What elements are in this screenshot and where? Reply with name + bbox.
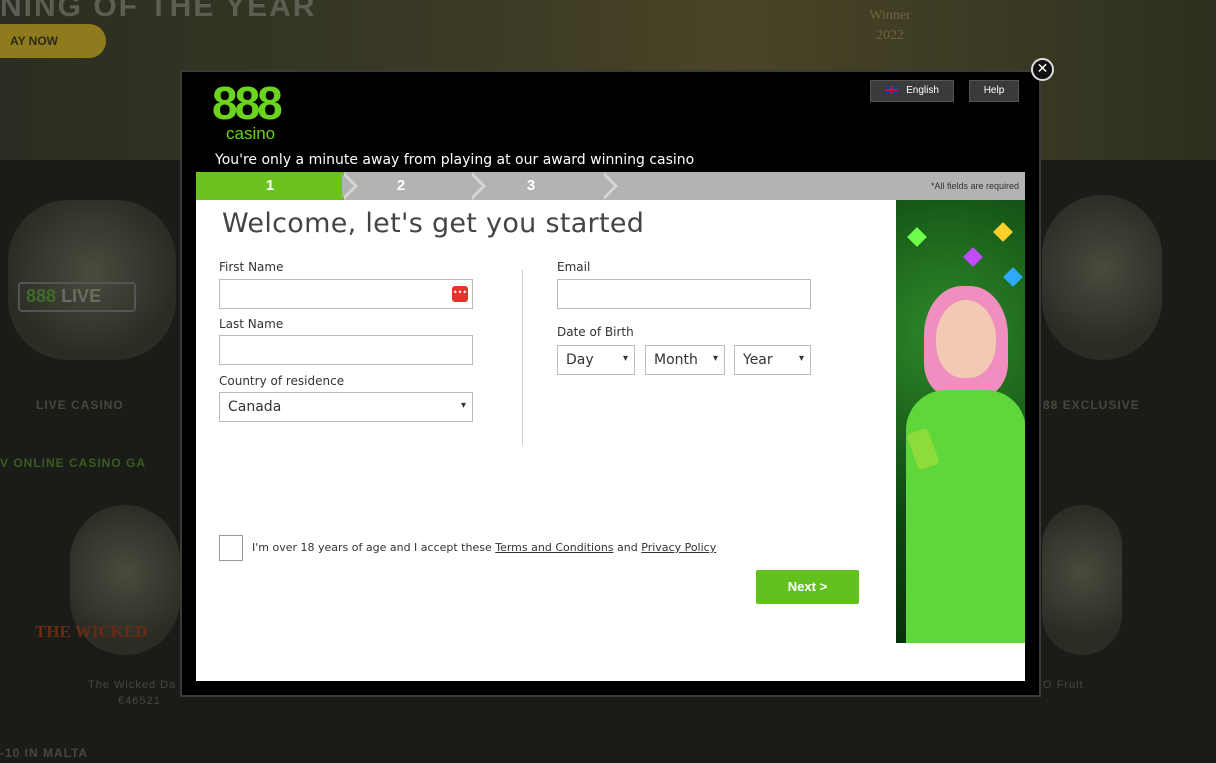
background-live-badge: 888 LIVE	[18, 282, 136, 312]
language-label: English	[906, 85, 939, 96]
required-fields-note: *All fields are required	[930, 181, 1019, 191]
background-hero-title: NING OF THE YEAR	[0, 0, 317, 23]
progress-steps: 1 2 3 *All fields are required	[196, 172, 1025, 200]
gem-icon	[1003, 267, 1023, 287]
registration-modal: 888 casino English Help You're only a mi…	[180, 70, 1041, 697]
close-icon[interactable]: ✕	[1031, 58, 1054, 81]
step-separator-icon	[602, 172, 618, 200]
dob-month-value: Month	[654, 352, 698, 368]
background-section-malta: -10 IN MALTA	[0, 746, 89, 760]
background-wicked-jackpot: €46521	[118, 695, 161, 707]
dob-month-select[interactable]: Month ▾	[645, 345, 725, 375]
chevron-down-icon: ▾	[712, 353, 718, 364]
form-footer-strip	[896, 643, 1025, 681]
dob-day-select[interactable]: Day ▾	[557, 345, 635, 375]
background-fruit-title: O Fruit	[1043, 679, 1084, 691]
step-1: 1	[196, 172, 358, 200]
background-wicked-title: The Wicked Da	[88, 679, 177, 691]
promo-image	[896, 200, 1025, 643]
last-name-field[interactable]	[219, 335, 473, 365]
step-2: 2	[396, 177, 406, 194]
gem-icon	[993, 222, 1013, 242]
background-live-888: 888	[26, 286, 57, 306]
help-button[interactable]: Help	[969, 80, 1019, 102]
dob-day-value: Day	[566, 352, 594, 368]
password-manager-icon[interactable]: •••	[452, 286, 468, 302]
chevron-down-icon: ▾	[622, 353, 628, 364]
chevron-down-icon: ▾	[798, 353, 804, 364]
step-3: 3	[526, 177, 536, 194]
tagline: You're only a minute away from playing a…	[215, 152, 695, 168]
consent-and: and	[613, 541, 642, 554]
language-button[interactable]: English	[870, 80, 954, 102]
terms-link[interactable]: Terms and Conditions	[495, 541, 613, 554]
background-tile-live[interactable]	[8, 200, 176, 360]
background-section-games: V ONLINE CASINO GA	[0, 456, 147, 470]
column-divider	[522, 270, 523, 445]
last-name-label: Last Name	[219, 317, 284, 331]
background-live-casino-label: LIVE CASINO	[36, 398, 124, 412]
background-wicked-logo: THE WICKED	[35, 622, 148, 641]
country-value: Canada	[228, 399, 282, 415]
country-label: Country of residence	[219, 374, 345, 388]
first-name-label: First Name	[219, 260, 284, 274]
background-exclusive-label: 88 EXCLUSIVE	[1043, 398, 1140, 412]
background-tile-exclusive[interactable]	[1042, 195, 1162, 360]
brand-logo: 888 casino	[212, 80, 292, 144]
dob-label: Date of Birth	[557, 325, 634, 339]
age-terms-checkbox[interactable]	[219, 535, 243, 561]
background-live-label: LIVE	[61, 286, 102, 306]
consent-prefix: I'm over 18 years of age and I accept th…	[252, 541, 496, 554]
step-separator-icon	[470, 172, 486, 200]
background-award-badge: Winner 2022	[869, 8, 911, 43]
privacy-link[interactable]: Privacy Policy	[641, 541, 716, 554]
dob-year-value: Year	[743, 352, 773, 368]
logo-888: 888	[212, 77, 283, 129]
first-name-field[interactable]: •••	[219, 279, 473, 309]
background-play-button[interactable]: AY NOW	[0, 24, 106, 58]
email-field[interactable]	[557, 279, 811, 309]
form-heading: Welcome, let's get you started	[222, 208, 645, 239]
next-button[interactable]: Next >	[756, 570, 859, 604]
gem-icon	[963, 247, 983, 267]
country-select[interactable]: Canada ▾	[219, 392, 473, 422]
chevron-down-icon: ▾	[460, 400, 466, 411]
uk-flag-icon	[885, 86, 899, 94]
gem-icon	[907, 227, 927, 247]
email-label: Email	[557, 260, 591, 274]
background-tile-fruit[interactable]	[1042, 505, 1122, 655]
dob-year-select[interactable]: Year ▾	[734, 345, 811, 375]
consent-text: I'm over 18 years of age and I accept th…	[252, 541, 716, 554]
promo-person	[936, 300, 996, 378]
registration-form: Welcome, let's get you started First Nam…	[196, 200, 896, 681]
